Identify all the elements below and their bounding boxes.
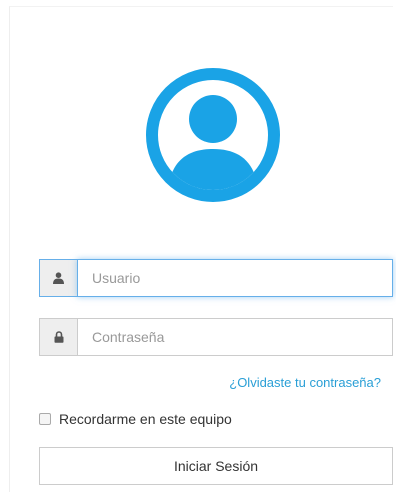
lock-icon [54,331,63,343]
login-button[interactable]: Iniciar Sesión [39,447,393,485]
username-input[interactable] [77,259,393,297]
user-icon [53,272,64,284]
remember-me: Recordarme en este equipo [39,411,232,427]
password-group [39,318,393,356]
user-avatar-icon [146,68,280,202]
username-addon [39,259,77,297]
login-panel: ¿Olvidaste tu contraseña? Recordarme en … [9,6,393,492]
forgot-password-link[interactable]: ¿Olvidaste tu contraseña? [229,375,381,390]
remember-me-checkbox[interactable] [39,413,51,425]
password-input[interactable] [77,318,393,356]
remember-me-label[interactable]: Recordarme en este equipo [59,411,232,427]
password-addon [39,318,77,356]
username-group [39,259,393,297]
